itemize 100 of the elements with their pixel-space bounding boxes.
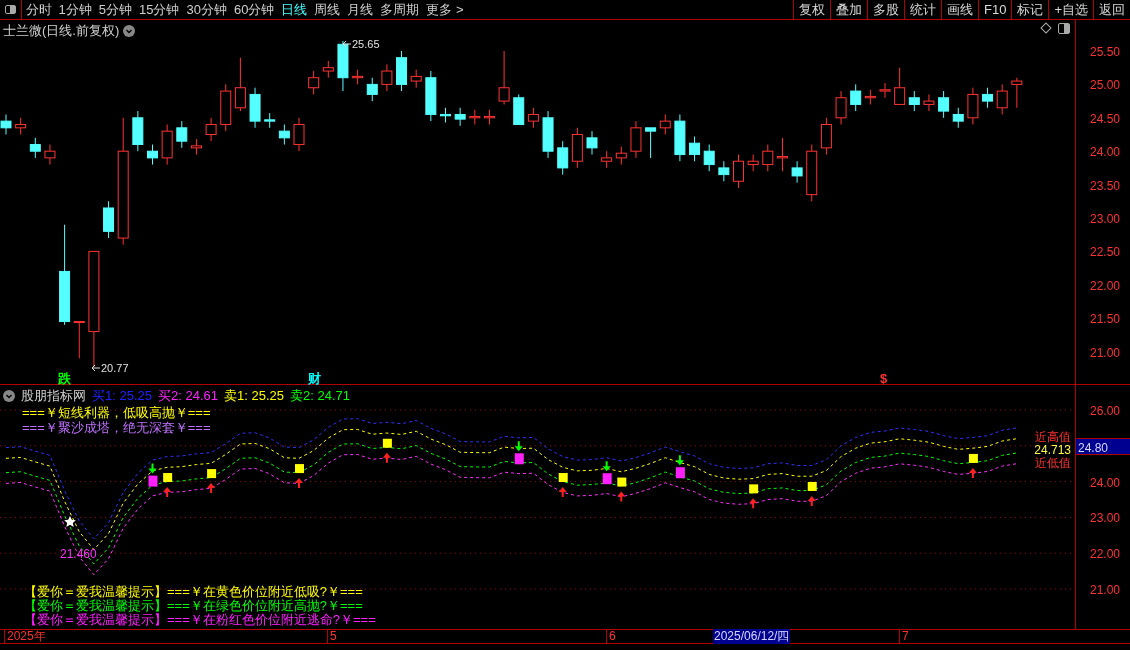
candlestick [176, 120, 188, 149]
toolbar-button[interactable]: +自选 [1048, 0, 1093, 20]
candlestick [908, 90, 920, 112]
candlestick [1011, 77, 1023, 109]
candlestick [820, 117, 832, 156]
signal-square [207, 469, 217, 479]
candlestick [806, 144, 818, 202]
toolbar-button[interactable]: 统计 [904, 0, 941, 20]
candlestick [440, 107, 451, 123]
candlestick [557, 140, 569, 176]
period-tab[interactable]: 5分钟 [95, 0, 136, 20]
range-label: 近低值 [1035, 457, 1071, 470]
period-tab[interactable]: 月线 [343, 0, 377, 20]
candlestick [938, 90, 950, 119]
pointer-arrow-icon [343, 41, 351, 48]
up-arrow-icon [749, 498, 758, 509]
candlestick [952, 107, 964, 129]
candlestick [264, 112, 276, 129]
down-arrow-icon [514, 441, 523, 452]
candlestick [776, 137, 788, 172]
period-tab[interactable]: 30分钟 [182, 0, 231, 20]
period-tab[interactable]: 周线 [310, 0, 344, 20]
candlestick [703, 144, 715, 172]
period-tab[interactable]: 15分钟 [135, 0, 183, 20]
banner-text: ===￥聚沙成塔，绝无深套￥=== [22, 420, 211, 435]
event-mark: 跌 [58, 370, 71, 388]
panel-toggle-icon[interactable] [1058, 23, 1070, 34]
candlestick [923, 93, 935, 112]
candlestick [967, 87, 979, 125]
date-axis-label: 6 [606, 629, 616, 644]
candlestick [352, 69, 364, 85]
candlestick [366, 77, 378, 102]
toolbar-button[interactable]: 复权 [793, 0, 830, 20]
candlestick [527, 107, 539, 129]
signal-square [163, 473, 173, 482]
axis-label: 23.00 [1090, 510, 1121, 528]
chart-title: 士兰微(日线.前复权) [3, 22, 120, 40]
candlestick [190, 138, 202, 156]
axis-label: 25.50 [1090, 44, 1121, 61]
toolbar-button[interactable]: F10 [978, 0, 1012, 20]
toolbar-button[interactable]: 画线 [941, 0, 978, 20]
candlestick [513, 93, 525, 125]
toolbar-button[interactable]: 返回 [1093, 0, 1130, 20]
candlestick [630, 120, 642, 159]
toolbar-button[interactable]: 多股 [867, 0, 904, 20]
axis-label: 24.00 [1090, 474, 1121, 492]
candlestick [161, 124, 173, 166]
candlestick [234, 57, 246, 112]
tip-text: 【爱你＝爱我温馨提示】===￥在绿色价位附近高抛?￥=== [24, 599, 364, 613]
candlestick [337, 40, 349, 92]
axis-label: 26.00 [1090, 403, 1121, 420]
event-mark: $ [880, 370, 888, 388]
axis-label: 21.00 [1090, 582, 1121, 599]
dropdown-icon[interactable] [3, 389, 15, 402]
candlestick [278, 124, 290, 145]
up-arrow-icon [207, 483, 216, 494]
down-arrow-icon [148, 463, 157, 474]
candlestick [659, 113, 671, 135]
candlestick [879, 82, 891, 99]
period-tab[interactable]: 60分钟 [230, 0, 278, 20]
period-tab[interactable]: 1分钟 [55, 0, 96, 20]
date-axis-label: 2025年 [4, 629, 46, 644]
period-tab[interactable]: 日线 [277, 0, 311, 20]
candlestick [674, 113, 686, 162]
candlestick [425, 70, 437, 122]
up-arrow-icon [295, 478, 303, 489]
toolbar-button[interactable]: 标记 [1011, 0, 1049, 20]
candlestick [293, 117, 305, 152]
up-arrow-icon [807, 495, 816, 506]
candlestick [718, 160, 730, 182]
cursor-date-label: 2025/06/12/四 [713, 629, 791, 644]
candlestick [132, 110, 144, 152]
star-icon [64, 516, 76, 527]
candlestick [147, 144, 158, 166]
pointer-arrow-icon [92, 365, 100, 372]
candlestick [103, 200, 115, 239]
axis-label: 25.00 [1090, 77, 1121, 95]
candlestick [483, 109, 495, 125]
candlestick [996, 83, 1008, 115]
candlestick [689, 136, 701, 162]
candlestick [73, 321, 85, 359]
period-tab[interactable]: 分时 [22, 0, 55, 20]
candlestick [308, 70, 320, 95]
candlestick [498, 50, 510, 105]
candlestick [454, 107, 466, 127]
tip-text: 【爱你＝爱我温馨提示】===￥在黄色价位附近低吸?￥=== [24, 585, 364, 599]
period-tab[interactable]: 更多 > [422, 0, 468, 20]
candlestick [469, 109, 481, 125]
candlestick [762, 144, 774, 172]
candlestick [15, 117, 27, 135]
dropdown-icon[interactable] [123, 24, 136, 37]
signal-square [382, 438, 392, 448]
signal-square [617, 477, 627, 487]
candlestick [615, 146, 627, 166]
toolbar-button[interactable]: 叠加 [830, 0, 867, 20]
candlestick [220, 83, 232, 132]
date-axis-label: 5 [327, 629, 337, 644]
candlestick [571, 127, 583, 169]
period-tab[interactable]: 多周期 [376, 0, 423, 20]
candlestick [835, 90, 847, 125]
